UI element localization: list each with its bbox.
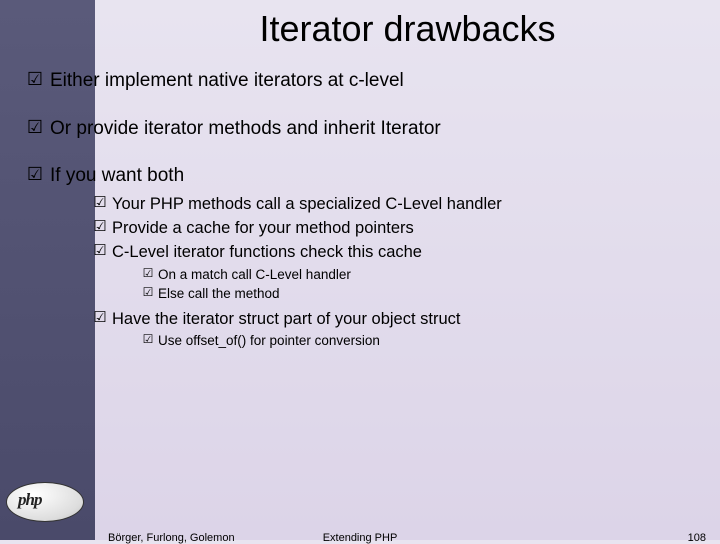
check-icon: ☑ [20, 163, 50, 186]
bullet-text: Else call the method [158, 285, 280, 303]
bullet-text: C-Level iterator functions check this ca… [112, 241, 422, 263]
page-number: 108 [688, 532, 706, 544]
check-icon: ☑ [20, 116, 50, 139]
bullet-text: On a match call C-Level handler [158, 266, 351, 284]
sub-sub-bullet: ☑ Else call the method [138, 285, 710, 303]
check-icon: ☑ [88, 308, 112, 328]
php-logo: php [6, 482, 88, 526]
sub-bullet: ☑ Your PHP methods call a specialized C-… [88, 193, 710, 215]
check-icon: ☑ [138, 285, 158, 301]
sub-bullet: ☑ C-Level iterator functions check this … [88, 241, 710, 263]
bullet-1: ☑ Either implement native iterators at c… [20, 68, 710, 94]
check-icon: ☑ [88, 193, 112, 213]
footer-title: Extending PHP [0, 532, 720, 544]
bullet-text: Have the iterator struct part of your ob… [112, 308, 460, 330]
sub-sub-bullet: ☑ On a match call C-Level handler [138, 266, 710, 284]
sub-bullet: ☑ Provide a cache for your method pointe… [88, 217, 710, 239]
sub-sub-bullet: ☑ Use offset_of() for pointer conversion [138, 332, 710, 350]
check-icon: ☑ [88, 217, 112, 237]
check-icon: ☑ [20, 68, 50, 91]
sub-bullet: ☑ Have the iterator struct part of your … [88, 308, 710, 330]
check-icon: ☑ [138, 332, 158, 348]
bullet-text: Either implement native iterators at c-l… [50, 68, 404, 94]
bullet-text: Use offset_of() for pointer conversion [158, 332, 380, 350]
bullet-3: ☑ If you want both [20, 163, 710, 189]
slide-content: ☑ Either implement native iterators at c… [20, 68, 710, 352]
bullet-text: Your PHP methods call a specialized C-Le… [112, 193, 502, 215]
check-icon: ☑ [138, 266, 158, 282]
bullet-text: If you want both [50, 163, 184, 189]
bullet-text: Or provide iterator methods and inherit … [50, 116, 441, 142]
slide-title: Iterator drawbacks [95, 8, 720, 50]
bullet-2: ☑ Or provide iterator methods and inheri… [20, 116, 710, 142]
bullet-text: Provide a cache for your method pointers [112, 217, 414, 239]
check-icon: ☑ [88, 241, 112, 261]
